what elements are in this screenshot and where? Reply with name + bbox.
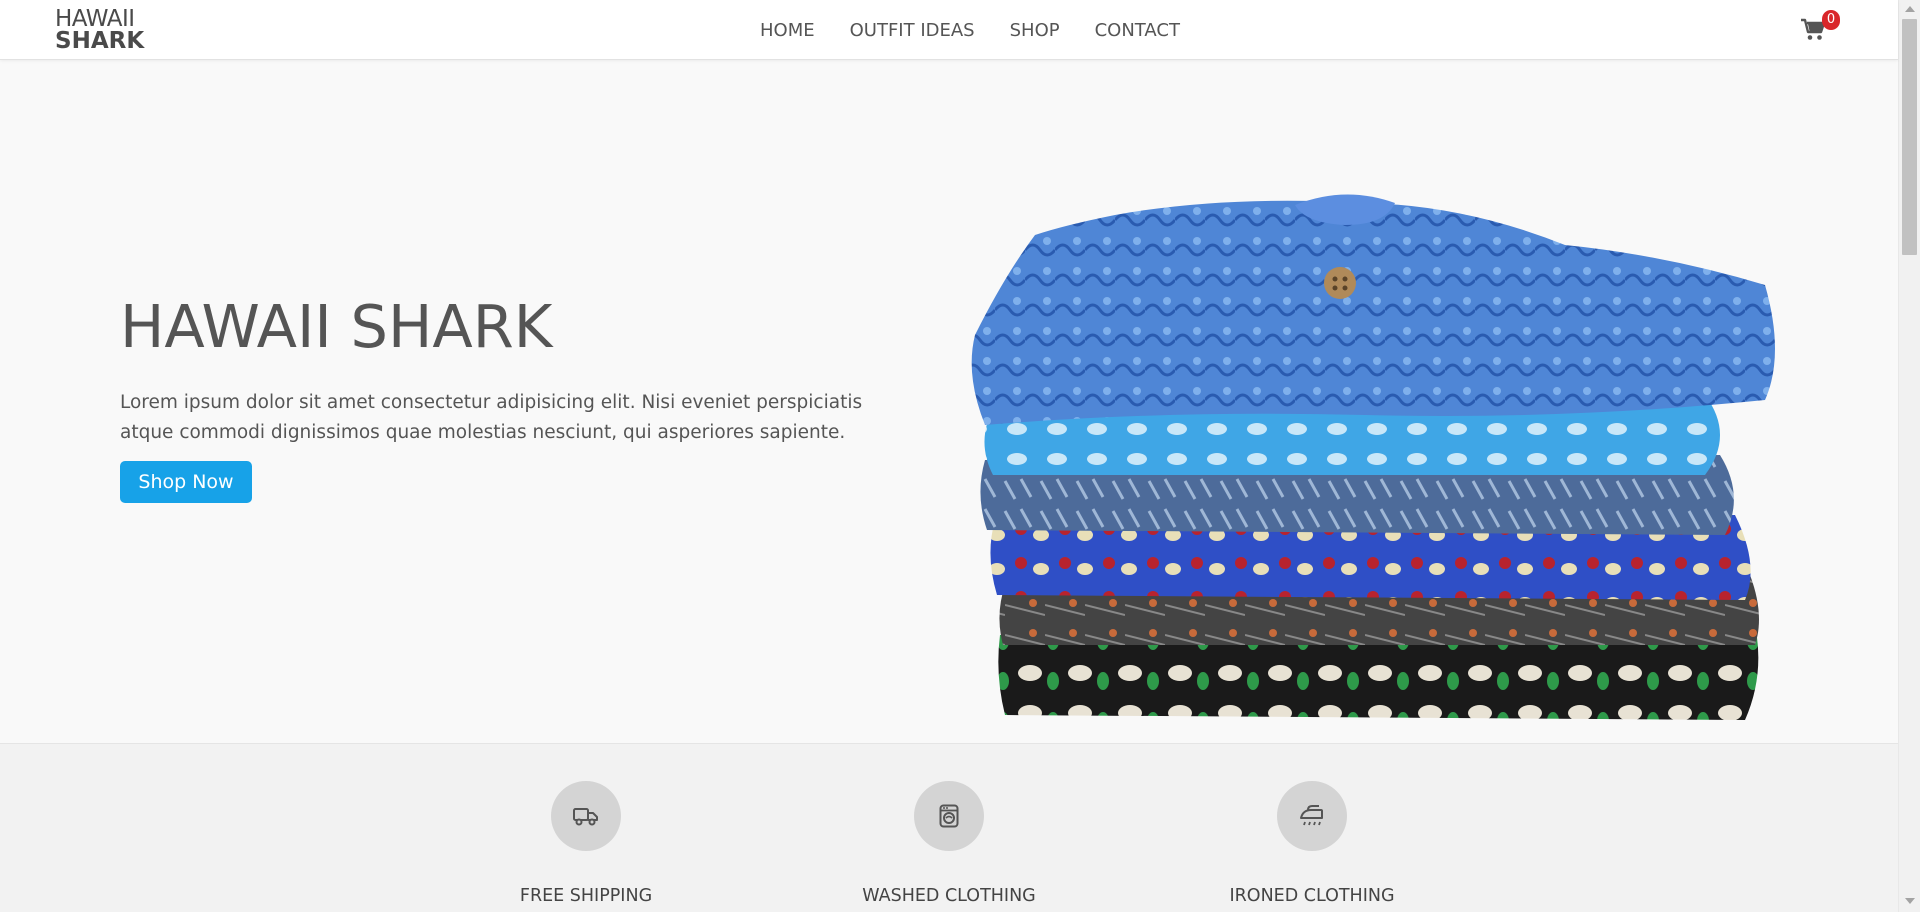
- cart-button[interactable]: 0: [1800, 10, 1840, 46]
- shop-now-button[interactable]: Shop Now: [120, 461, 252, 503]
- main-nav: HOME OUTFIT IDEAS SHOP CONTACT: [760, 0, 1215, 60]
- hero-section: HAWAII SHARK Lorem ipsum dolor sit amet …: [0, 60, 1898, 744]
- features-section: FREE SHIPPING WASHED CLOTHING IRONED CLO…: [0, 745, 1898, 912]
- nav-link-outfit-ideas[interactable]: OUTFIT IDEAS: [850, 20, 975, 41]
- brand-logo-line2: SHARK: [55, 28, 145, 54]
- feature-washed-clothing: WASHED CLOTHING: [819, 781, 1079, 906]
- hero-shirts-image: [971, 194, 1775, 720]
- nav-link-shop[interactable]: SHOP: [1010, 20, 1060, 41]
- feature-icon-circle: [1277, 781, 1347, 851]
- scrollbar-thumb[interactable]: [1902, 19, 1917, 255]
- feature-label: IRONED CLOTHING: [1229, 886, 1395, 906]
- feature-icon-circle: [551, 781, 621, 851]
- truck-icon: [573, 808, 598, 826]
- scroll-up-arrow-icon[interactable]: [1905, 6, 1915, 12]
- feature-label: FREE SHIPPING: [519, 886, 653, 906]
- hero-title: HAWAII SHARK: [120, 292, 553, 361]
- feature-icon-circle: [914, 781, 984, 851]
- iron-icon: [1300, 805, 1323, 826]
- brand-logo[interactable]: HAWAII SHARK: [55, 6, 150, 54]
- vertical-scrollbar[interactable]: [1898, 0, 1920, 912]
- hero-description: Lorem ipsum dolor sit amet consectetur a…: [120, 392, 863, 443]
- brand-logo-line1: HAWAII: [55, 6, 135, 32]
- scroll-down-arrow-icon[interactable]: [1905, 898, 1915, 904]
- feature-free-shipping: FREE SHIPPING: [456, 781, 716, 906]
- feature-label: WASHED CLOTHING: [862, 886, 1036, 906]
- navbar: HAWAII SHARK HOME OUTFIT IDEAS SHOP CONT…: [0, 0, 1898, 60]
- washing-machine-icon: [939, 804, 959, 828]
- nav-link-contact[interactable]: CONTACT: [1095, 20, 1180, 41]
- nav-link-home[interactable]: HOME: [760, 20, 815, 41]
- feature-ironed-clothing: IRONED CLOTHING: [1182, 781, 1442, 906]
- cart-count-badge: 0: [1822, 10, 1840, 30]
